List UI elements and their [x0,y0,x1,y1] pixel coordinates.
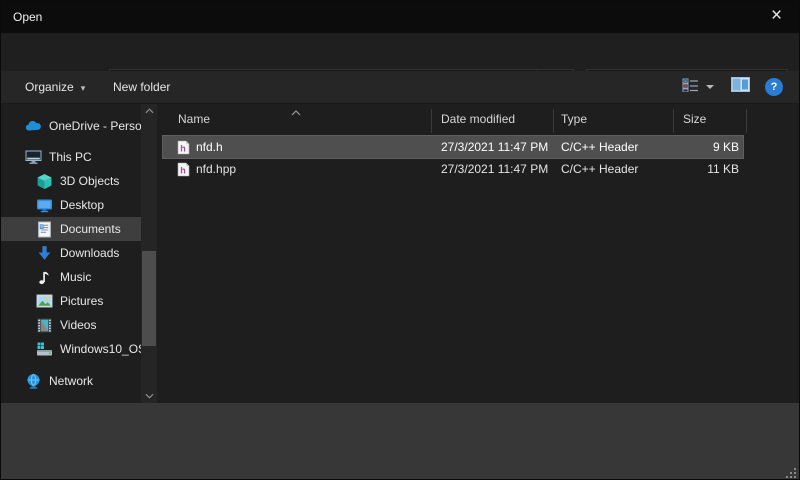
column-header-date-modified[interactable]: Date modified [441,112,515,126]
sidebar-item-label: Windows10_OS ( [60,342,141,356]
file-size-cell: 11 KB [663,158,739,180]
sidebar-item-label: Downloads [60,246,119,260]
header-file-icon: h [177,140,190,155]
sidebar-item-label: Documents [60,222,121,236]
file-name: nfd.hpp [196,158,236,180]
command-toolbar: Organize ▾ New folder [1,71,799,104]
sidebar-item-3d-objects[interactable]: 3D Objects [1,169,141,193]
sidebar-item-music[interactable]: Music [1,265,141,289]
resize-grip[interactable] [786,468,796,478]
computer-icon [25,149,42,165]
column-divider[interactable] [746,109,747,133]
download-arrow-icon [36,245,53,261]
sidebar-item-label: This PC [49,150,92,164]
scroll-down-icon[interactable] [141,389,157,403]
dialog-footer: File name: Headers (*.h;*.hpp) Open Canc… [1,403,799,480]
dialog-content: OneDrive - Persor This PC 3D Objects Des… [1,104,799,403]
navigation-sidebar: OneDrive - Persor This PC 3D Objects Des… [1,104,161,403]
file-date-cell: 27/3/2021 11:47 PM [441,158,548,180]
header-file-icon: h [177,162,190,177]
scroll-up-icon[interactable] [141,104,157,118]
file-name-cell: h nfd.hpp [177,158,236,180]
open-dialog-window: Open × ← → ↑ « GitHub › nativefiledialog… [0,0,800,480]
file-size-cell: 9 KB [663,136,739,158]
file-row-nfd-h[interactable]: h nfd.h 27/3/2021 11:47 PM C/C++ Header … [163,136,743,158]
sidebar-item-network[interactable]: Network [1,369,141,393]
column-header-type[interactable]: Type [561,112,587,126]
navigation-bar: ← → ↑ « GitHub › nativefiledialog › src … [1,33,799,71]
document-icon [36,221,53,237]
sidebar-item-documents[interactable]: Documents [1,217,141,241]
preview-pane-button[interactable] [727,75,753,99]
sidebar-item-onedrive[interactable]: OneDrive - Persor [1,114,141,138]
file-type-cell: C/C++ Header [561,158,638,180]
column-headers: Name Date modified Type Size [161,104,799,134]
preview-pane-icon [731,77,750,97]
hard-drive-icon [36,341,53,357]
file-list: Name Date modified Type Size h nfd.h 27/… [161,104,799,403]
help-icon: ? [765,78,783,96]
sidebar-item-this-pc[interactable]: This PC [1,145,141,169]
sidebar-item-label: Music [60,270,91,284]
chevron-down-icon: ▾ [81,83,86,93]
sidebar-item-windows10-os[interactable]: Windows10_OS ( [1,337,141,361]
file-name-cell: h nfd.h [177,136,223,158]
film-strip-icon [36,317,53,333]
column-divider[interactable] [431,109,432,133]
title-bar: Open × [1,1,799,33]
sidebar-item-downloads[interactable]: Downloads [1,241,141,265]
change-view-button[interactable] [678,75,719,99]
details-view-icon [682,78,700,97]
column-divider[interactable] [553,109,554,133]
desktop-icon [36,197,53,213]
onedrive-cloud-icon [25,118,42,134]
organize-button[interactable]: Organize ▾ [25,71,85,103]
sidebar-item-label: Pictures [60,294,103,308]
sidebar-item-label: Videos [60,318,96,332]
sidebar-item-label: OneDrive - Persor [49,119,141,133]
picture-icon [36,293,53,309]
organize-label: Organize [25,80,74,94]
sidebar-item-desktop[interactable]: Desktop [1,193,141,217]
window-title: Open [13,1,42,33]
file-type-cell: C/C++ Header [561,136,638,158]
sidebar-scrollbar[interactable] [141,104,157,403]
new-folder-button[interactable]: New folder [113,71,170,103]
scrollbar-thumb[interactable] [142,251,156,346]
file-date-cell: 27/3/2021 11:47 PM [441,136,548,158]
chevron-down-icon [705,84,715,90]
sidebar-item-pictures[interactable]: Pictures [1,289,141,313]
sidebar-item-label: Desktop [60,198,104,212]
svg-text:h: h [180,143,186,153]
file-row-nfd-hpp[interactable]: h nfd.hpp 27/3/2021 11:47 PM C/C++ Heade… [163,158,743,180]
sort-ascending-icon [291,105,301,111]
column-header-name[interactable]: Name [178,112,210,126]
column-divider[interactable] [673,109,674,133]
music-note-icon [36,269,53,285]
file-name: nfd.h [196,136,223,158]
sidebar-item-videos[interactable]: Videos [1,313,141,337]
svg-text:h: h [180,165,186,175]
cube-3d-icon [36,173,53,189]
close-button[interactable]: × [754,1,799,33]
column-header-size[interactable]: Size [683,112,706,126]
sidebar-item-label: 3D Objects [60,174,119,188]
sidebar-item-label: Network [49,374,93,388]
network-globe-icon [25,373,42,389]
help-button[interactable]: ? [761,75,787,99]
